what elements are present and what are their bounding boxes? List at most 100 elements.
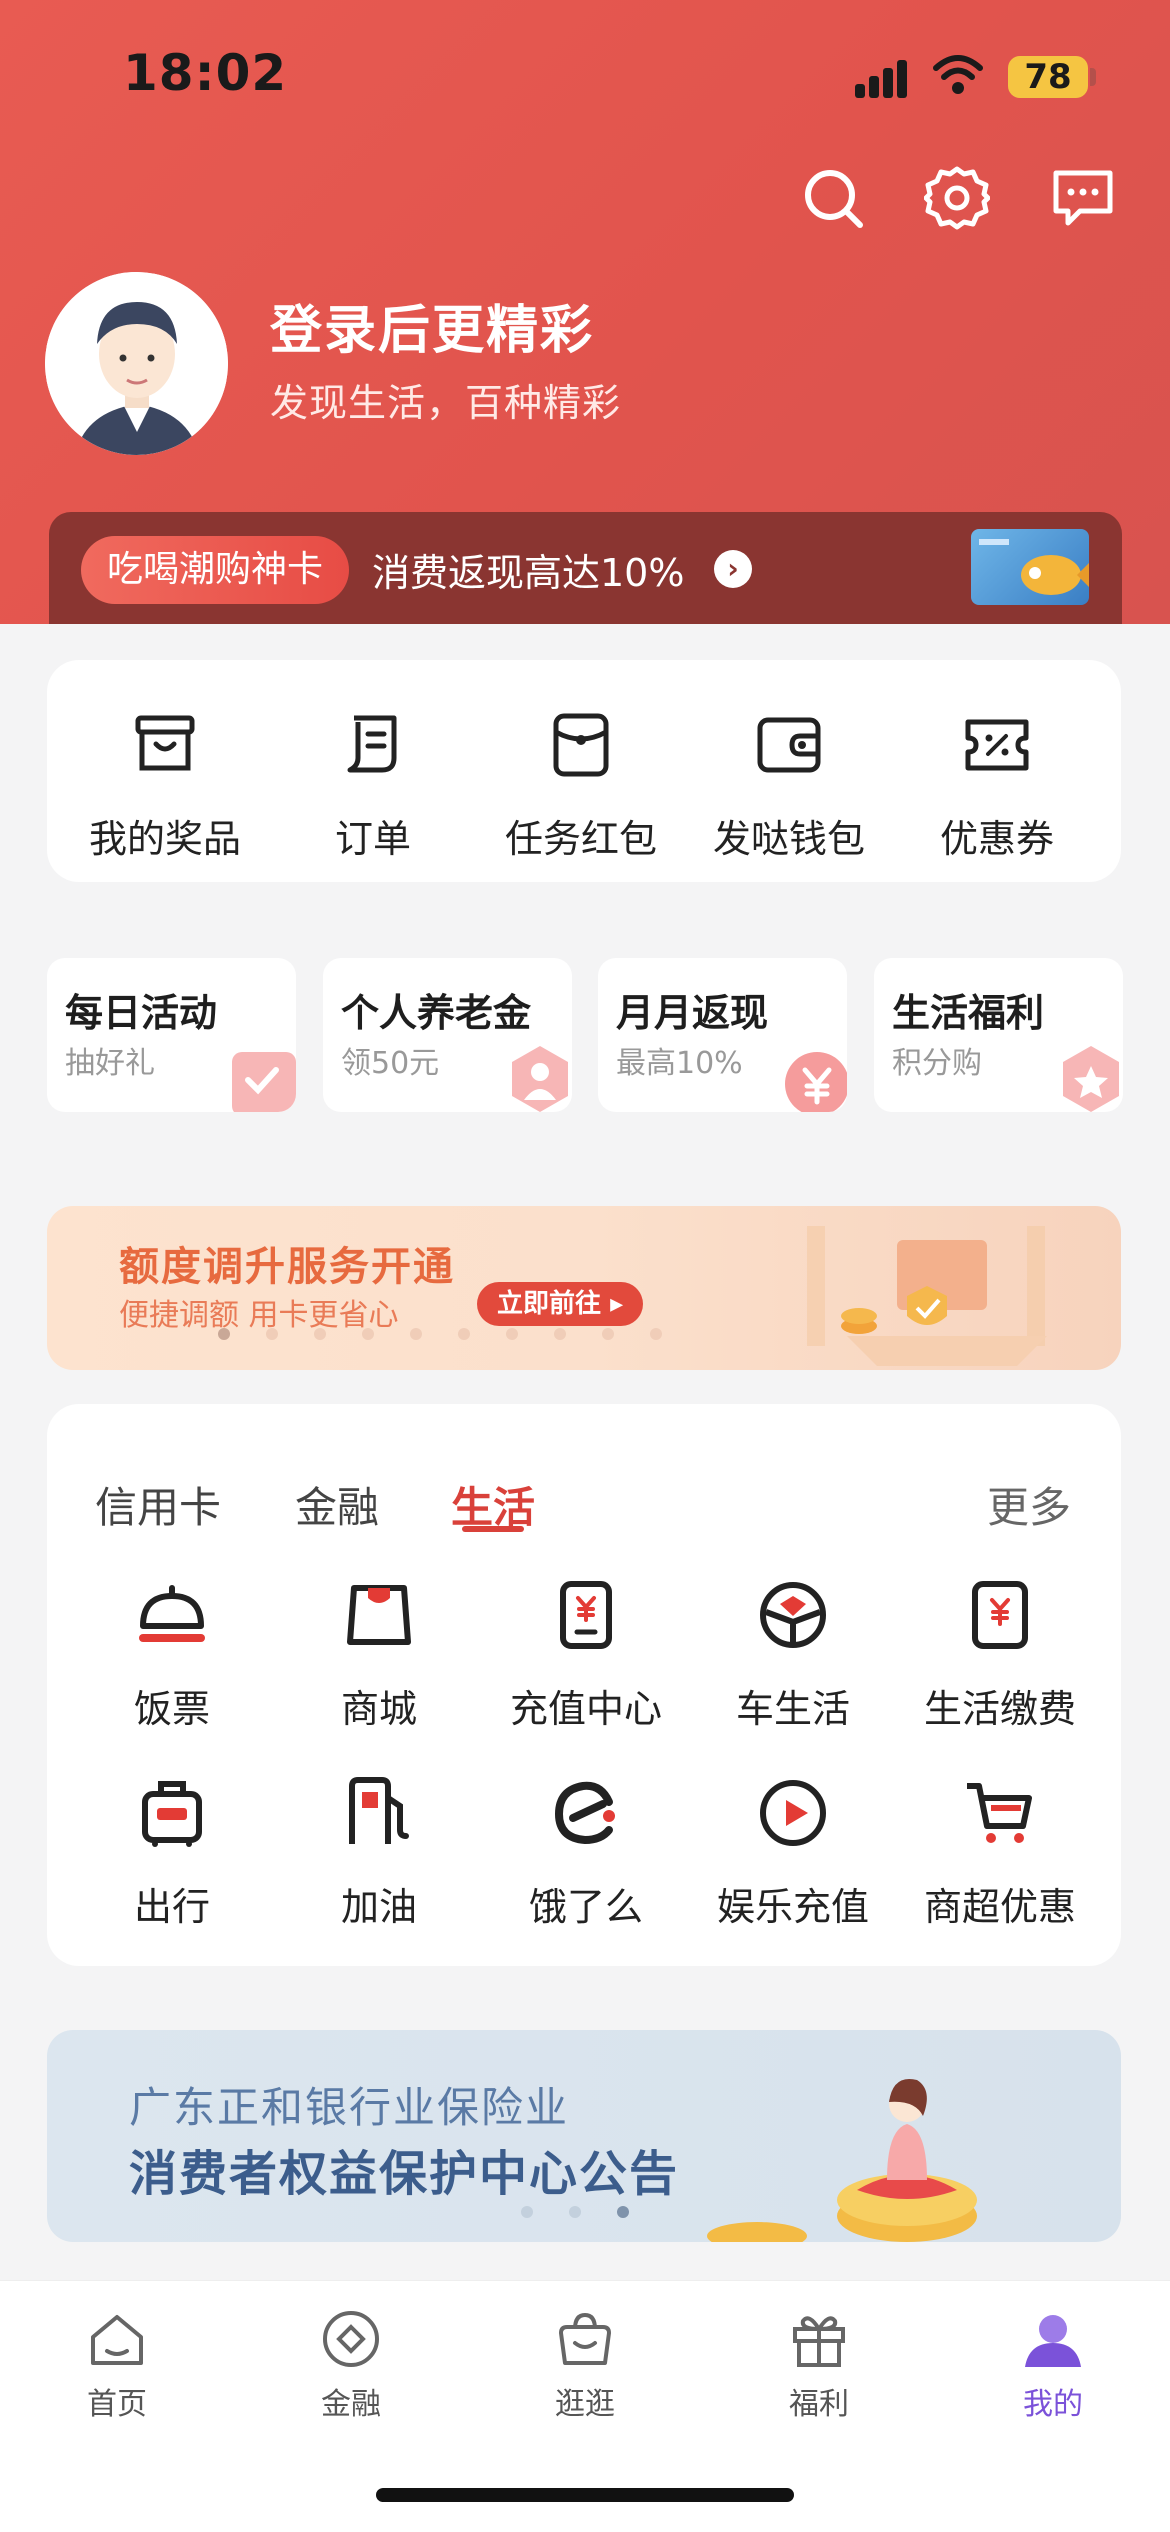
service-label: 饿了么 (528, 1885, 643, 1929)
fuel-pump-icon (349, 1777, 409, 1844)
person-icon (512, 1046, 568, 1112)
more-link[interactable]: 更多 (987, 1474, 1071, 1535)
battery-level: 78 (1008, 56, 1088, 98)
notice-page-indicator (521, 2206, 665, 2218)
go-now-label: 立即前往 (497, 1289, 602, 1319)
quick-action-orders[interactable]: 订单 (268, 708, 478, 863)
profile-header: 18:02 78 登录后更精彩 发现生活，百种精彩 吃喝潮购神卡 消费返现高达1… (0, 0, 1170, 624)
consumer-protection-banner[interactable]: 广东正和银行业保险业 消费者权益保护中心公告 (47, 2030, 1121, 2242)
search-icon[interactable] (800, 165, 866, 231)
prize-box-icon (135, 715, 195, 771)
banner-title: 额度调升服务开通 (119, 1244, 455, 1290)
service-topup-center[interactable]: 充值中心 (481, 1576, 691, 1733)
service-label: 饭票 (133, 1687, 210, 1731)
nav-label: 逛逛 (555, 2387, 615, 2422)
nav-label: 我的 (1023, 2387, 1083, 2422)
bag-icon (559, 2312, 611, 2365)
chevron-right-icon: › (714, 550, 752, 588)
settings-gear-icon[interactable] (924, 165, 990, 231)
promo-text: 消费返现高达10% (372, 551, 685, 595)
service-label: 出行 (133, 1885, 210, 1929)
quick-action-prizes[interactable]: 我的奖品 (60, 708, 270, 863)
credit-card-image (971, 529, 1089, 605)
active-tab-underline (462, 1526, 524, 1532)
login-title[interactable]: 登录后更精彩 (270, 288, 594, 363)
tile-pension[interactable]: 个人养老金 领50元 (323, 958, 572, 1112)
nav-label: 福利 (789, 2387, 849, 2422)
tile-subtitle: 最高10% (616, 1046, 743, 1081)
message-icon[interactable] (1050, 165, 1116, 231)
gift-icon (793, 2316, 845, 2367)
steering-wheel-icon (760, 1582, 826, 1648)
wallet-icon (757, 717, 821, 773)
nav-home[interactable]: 首页 (37, 2307, 197, 2423)
tile-life-benefits[interactable]: 生活福利 积分购 (874, 958, 1123, 1112)
cloche-icon (139, 1585, 205, 1642)
nav-finance[interactable]: 金融 (271, 2307, 431, 2423)
service-car-life[interactable]: 车生活 (688, 1576, 898, 1733)
home-icon (91, 2315, 143, 2365)
service-label: 车生活 (735, 1687, 850, 1731)
notice-line2: 消费者权益保护中心公告 (129, 2146, 680, 2202)
battery-tip (1090, 68, 1096, 86)
notice-line1: 广东正和银行业保险业 (129, 2083, 570, 2132)
quick-action-label: 我的奖品 (88, 817, 241, 861)
nav-label: 首页 (87, 2387, 147, 2422)
tab-finance[interactable]: 金融 (295, 1474, 379, 1535)
services-card: 信用卡 金融 生活 更多 饭票 商城 充值中心 车生活 生活缴费 出行 加油 饿… (47, 1404, 1121, 1966)
check-icon (232, 1052, 296, 1112)
tile-subtitle: 抽好礼 (65, 1046, 155, 1081)
quick-action-task-redpacket[interactable]: 任务红包 (476, 708, 686, 863)
quick-action-label: 订单 (334, 817, 411, 861)
eleme-icon (554, 1781, 615, 1845)
cart-icon (967, 1783, 1032, 1843)
quick-action-label: 发哒钱包 (712, 817, 865, 861)
profile-icon (1025, 2315, 1081, 2367)
tile-title: 每日活动 (65, 991, 218, 1035)
nav-mine[interactable]: 我的 (973, 2307, 1133, 2423)
home-indicator (376, 2488, 794, 2502)
service-label: 娱乐充值 (716, 1885, 869, 1929)
tile-title: 生活福利 (892, 991, 1045, 1035)
nav-benefits[interactable]: 福利 (739, 2307, 899, 2423)
nav-browse[interactable]: 逛逛 (505, 2307, 665, 2423)
service-entertainment-topup[interactable]: 娱乐充值 (688, 1774, 898, 1931)
service-meal-ticket[interactable]: 饭票 (67, 1576, 277, 1733)
play-icon (760, 1780, 826, 1846)
service-utility-bills[interactable]: 生活缴费 (895, 1576, 1105, 1733)
red-envelope-icon (553, 713, 609, 777)
tile-subtitle: 领50元 (341, 1046, 440, 1081)
go-now-button[interactable]: 立即前往 ▸ (477, 1282, 644, 1326)
meditation-illustration-icon (707, 2078, 977, 2242)
service-eleme[interactable]: 饿了么 (481, 1774, 691, 1931)
tab-credit-card[interactable]: 信用卡 (95, 1474, 221, 1535)
cellular-signal-icon (855, 58, 917, 98)
promo-tag: 吃喝潮购神卡 (81, 536, 350, 604)
service-label: 商城 (340, 1687, 417, 1731)
finance-icon (323, 2311, 379, 2367)
order-icon (347, 715, 397, 773)
promo-strip[interactable]: 吃喝潮购神卡 消费返现高达10% › (49, 512, 1122, 624)
service-label: 加油 (340, 1885, 417, 1929)
tile-monthly-cashback[interactable]: 月月返现 最高10% (598, 958, 847, 1112)
tile-title: 个人养老金 (341, 991, 532, 1035)
phone-topup-icon (560, 1581, 612, 1649)
tile-title: 月月返现 (616, 991, 769, 1035)
service-label: 生活缴费 (923, 1687, 1076, 1731)
quick-action-label: 优惠券 (939, 817, 1054, 861)
tile-daily-activity[interactable]: 每日活动 抽好礼 (47, 958, 296, 1112)
avatar-illustration-icon (45, 272, 228, 455)
banner-page-indicator (218, 1328, 698, 1340)
quick-action-label: 任务红包 (504, 817, 657, 861)
service-supermarket-deals[interactable]: 商超优惠 (895, 1774, 1105, 1931)
credit-limit-banner[interactable]: 额度调升服务开通 便捷调额 用卡更省心 立即前往 ▸ (47, 1206, 1121, 1370)
tile-subtitle: 积分购 (892, 1046, 982, 1081)
quick-action-coupons[interactable]: 优惠券 (892, 708, 1102, 863)
service-mall[interactable]: 商城 (274, 1576, 484, 1733)
service-travel[interactable]: 出行 (67, 1774, 277, 1931)
star-icon (1063, 1046, 1119, 1112)
avatar[interactable] (45, 272, 228, 455)
service-fuel[interactable]: 加油 (274, 1774, 484, 1931)
quick-action-wallet[interactable]: 发哒钱包 (684, 708, 894, 863)
service-label: 商超优惠 (923, 1885, 1076, 1929)
